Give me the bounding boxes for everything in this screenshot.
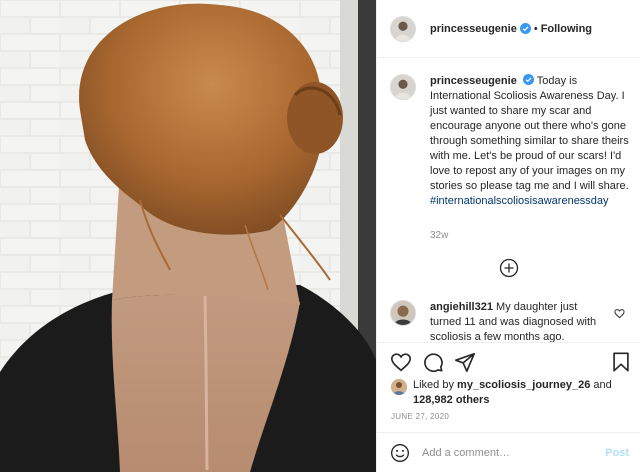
author-avatar[interactable] xyxy=(390,15,416,42)
caption: princesseugenie Today is International S… xyxy=(390,74,630,209)
post-comment-button[interactable]: Post xyxy=(605,447,629,459)
likes-prefix: Liked by xyxy=(413,379,454,391)
likes-text: Liked by my_scoliosis_journey_26 and 128… xyxy=(413,378,631,408)
caption-text-block: princesseugenie Today is International S… xyxy=(430,74,630,209)
plus-circle-icon[interactable] xyxy=(499,258,519,278)
comment-icon[interactable] xyxy=(422,351,444,373)
comment-like-heart-icon[interactable] xyxy=(614,308,625,319)
header-separator: • xyxy=(533,22,538,35)
likes-and: and xyxy=(593,379,612,391)
likes-summary: Liked by my_scoliosis_journey_26 and 128… xyxy=(391,378,631,408)
verified-badge-icon xyxy=(519,23,531,34)
commenter-avatar[interactable] xyxy=(390,300,416,326)
bookmark-icon[interactable] xyxy=(610,351,632,373)
post-actions: Liked by my_scoliosis_journey_26 and 128… xyxy=(377,342,640,432)
share-icon[interactable] xyxy=(454,351,476,373)
post-date[interactable]: JUNE 27, 2020 xyxy=(391,412,449,421)
post-header: princesseugenie • Following xyxy=(377,0,640,58)
caption-avatar[interactable] xyxy=(390,74,416,100)
commenter-username[interactable]: angiehill321 xyxy=(430,301,493,313)
emoji-icon[interactable] xyxy=(390,443,410,463)
author-username[interactable]: princesseugenie xyxy=(430,23,517,35)
post-sidebar: princesseugenie • Following princesseuge… xyxy=(376,0,640,472)
liker-avatar[interactable] xyxy=(391,379,407,395)
heart-icon[interactable] xyxy=(390,351,412,373)
caption-hashtag[interactable]: #internationalscoliosisawarenessday xyxy=(430,195,609,207)
caption-text: Today is International Scoliosis Awarene… xyxy=(430,75,629,192)
following-button[interactable]: Following xyxy=(541,23,592,35)
comment-text-block: angiehill321 My daughter just turned 11 … xyxy=(430,300,610,342)
comment-input[interactable] xyxy=(422,446,592,459)
post-photo[interactable] xyxy=(0,0,376,472)
liker-username[interactable]: my_scoliosis_journey_26 xyxy=(457,379,590,391)
caption-username[interactable]: princesseugenie xyxy=(430,75,517,87)
add-comment-bar: Post xyxy=(377,432,640,472)
comment-item: angiehill321 My daughter just turned 11 … xyxy=(390,300,635,342)
caption-time[interactable]: 32w xyxy=(430,230,448,241)
comments-area[interactable]: princesseugenie Today is International S… xyxy=(377,58,640,342)
likes-count[interactable]: 128,982 others xyxy=(413,394,489,406)
verified-badge-icon xyxy=(522,74,534,85)
